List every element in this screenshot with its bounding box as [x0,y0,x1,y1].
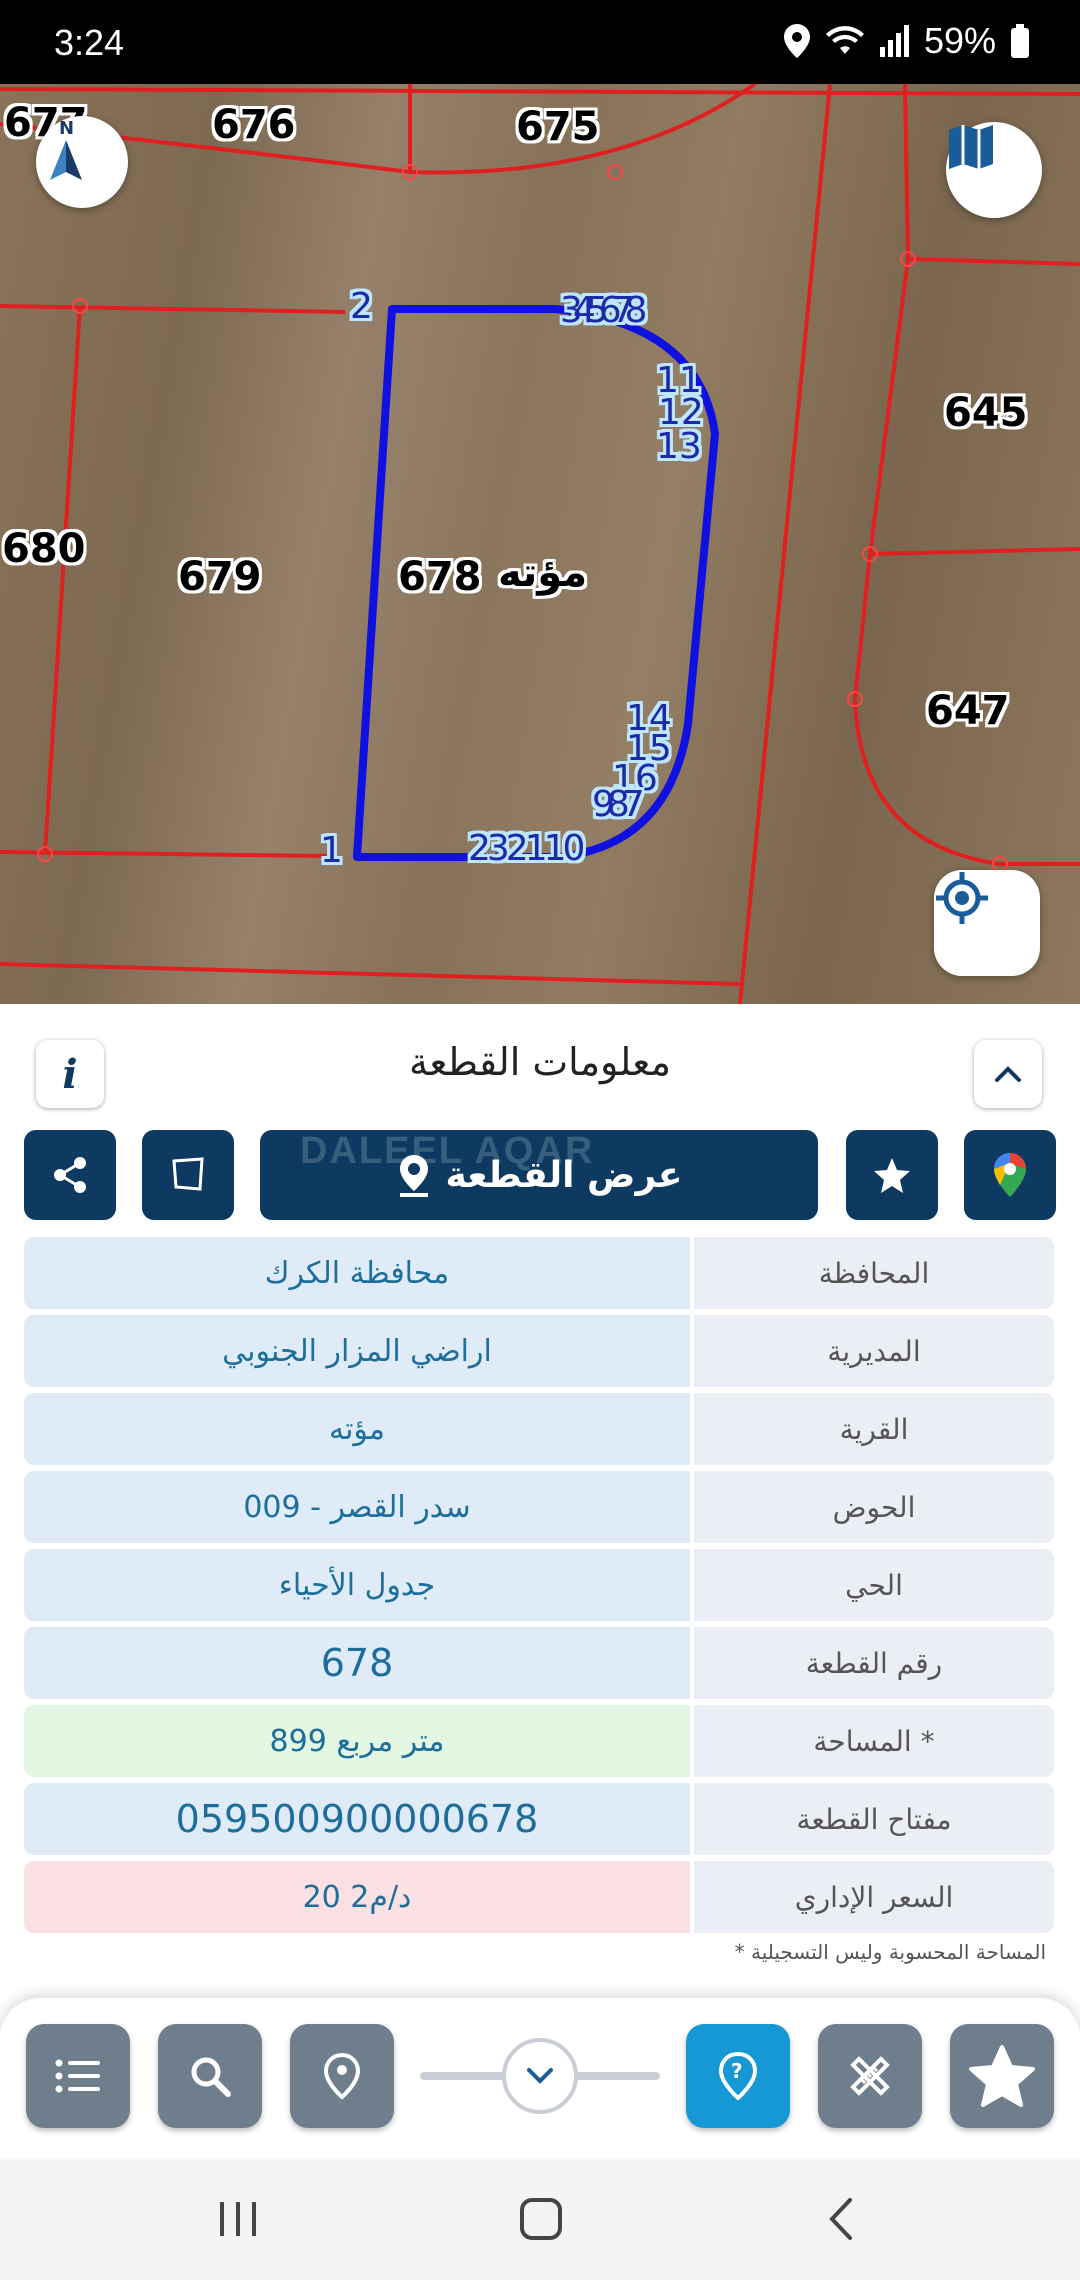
svg-text:?: ? [731,2059,743,2083]
star-icon [874,1158,910,1193]
chevron-down-icon [527,2068,553,2084]
area-value: 899 متر مربع [24,1705,690,1777]
row-basin: سدر القصر - 009 الحوض [24,1471,1054,1543]
sheet-title: معلومات القطعة [409,1040,671,1084]
directorate-value: اراضي المزار الجنوبي [24,1315,690,1387]
neighborhood-value: جدول الأحياء [24,1549,690,1621]
vertex-label-cluster-mid: 987 [592,784,645,825]
chevron-up-icon [995,1066,1021,1082]
parcel-key-value: 059500900000678 [24,1783,690,1855]
status-bar: 3:24 59% [0,0,1080,84]
neighborhood-label: الحي [694,1549,1054,1621]
map-view[interactable]: 677 676 675 645 680 679 678 مؤته 647 2 3… [0,84,1080,1004]
help-button[interactable]: ? [686,2024,790,2128]
ruler-pencil-icon [850,2056,890,2096]
parcel-label-645[interactable]: 645 [944,390,1028,436]
parcel-number-label: رقم القطعة [694,1627,1054,1699]
vertex-label-13: 13 [656,426,702,467]
polygon-icon [172,1157,204,1191]
star-icon [969,2045,1035,2107]
google-maps-button[interactable] [964,1130,1056,1220]
favorite-button[interactable] [846,1130,938,1220]
village-row-label: القرية [694,1393,1054,1465]
collapse-button[interactable] [974,1040,1042,1108]
watermark: DALEEL AQAR [300,1130,595,1172]
vertex-label-cluster-bottom: 232110 [468,828,585,869]
vertex-label-cluster-top: 345678 [560,290,647,331]
directorate-label: المديرية [694,1315,1054,1387]
back-icon[interactable] [826,2196,856,2242]
help-location-icon: ? [718,2051,758,2101]
vertex-label-2: 2 [350,286,373,327]
location-icon [783,24,810,58]
battery-icon [1011,24,1029,58]
row-parcel-number: 678 رقم القطعة [24,1627,1054,1699]
governorate-label: المحافظة [694,1237,1054,1309]
status-time: 3:24 [54,22,125,63]
battery-percent: 59% [923,20,996,61]
wifi-icon [825,26,864,54]
row-village: مؤته القرية [24,1393,1054,1465]
svg-text:N: N [59,118,74,139]
area-label: المساحة * [694,1705,1054,1777]
map-pin-icon [323,2052,361,2100]
share-button[interactable] [24,1130,116,1220]
measure-button[interactable] [818,2024,922,2128]
parcel-label-679[interactable]: 679 [178,554,262,600]
north-arrow-icon: N [50,118,82,180]
row-admin-price: 20 د/م2 السعر الإداري [24,1861,1054,1933]
recent-apps-icon[interactable] [216,2198,260,2240]
system-nav-bar [0,2160,1080,2280]
admin-price-value: 20 د/م2 [24,1861,690,1933]
google-maps-icon [994,1153,1026,1197]
search-icon [191,2057,231,2097]
parcel-label-675[interactable]: 675 [516,104,600,150]
parcel-shape-button[interactable] [142,1130,234,1220]
parcel-label-678[interactable]: 678 [398,554,482,600]
bottom-toolbar: ? [0,1998,1080,2158]
row-neighborhood: جدول الأحياء الحي [24,1549,1054,1621]
village-value: مؤته [24,1393,690,1465]
compass-button[interactable]: N [36,116,128,208]
expand-toggle-button[interactable] [502,2038,578,2114]
row-area: 899 متر مربع المساحة * [24,1705,1054,1777]
parcel-key-label: مفتاح القطعة [694,1783,1054,1855]
vertex-label-1: 1 [320,830,343,871]
list-button[interactable] [26,2024,130,2128]
village-label: مؤته [498,550,588,596]
list-icon [55,2059,100,2093]
share-icon [54,1157,86,1193]
parcel-number-value: 678 [24,1627,690,1699]
area-footnote: * المساحة المحسوبة وليس التسجيلية [734,1940,1046,1964]
status-icons: 59% [783,20,1030,62]
admin-price-label: السعر الإداري [694,1861,1054,1933]
governorate-value: محافظة الكرك [24,1237,690,1309]
map-book-icon [949,125,993,169]
row-governorate: محافظة الكرك المحافظة [24,1237,1054,1309]
my-location-icon [936,872,988,924]
map-layers-button[interactable] [946,122,1042,218]
location-search-button[interactable] [290,2024,394,2128]
parcel-label-647[interactable]: 647 [926,688,1010,734]
parcel-label-676[interactable]: 676 [212,102,296,148]
signal-icon [879,25,909,57]
parcel-label-680[interactable]: 680 [2,526,86,572]
basin-label: الحوض [694,1471,1054,1543]
basin-value: سدر القصر - 009 [24,1471,690,1543]
row-directorate: اراضي المزار الجنوبي المديرية [24,1315,1054,1387]
home-icon[interactable] [518,2196,564,2242]
row-parcel-key: 059500900000678 مفتاح القطعة [24,1783,1054,1855]
search-button[interactable] [158,2024,262,2128]
locate-me-button[interactable] [934,870,1040,976]
favorites-button[interactable] [950,2024,1054,2128]
